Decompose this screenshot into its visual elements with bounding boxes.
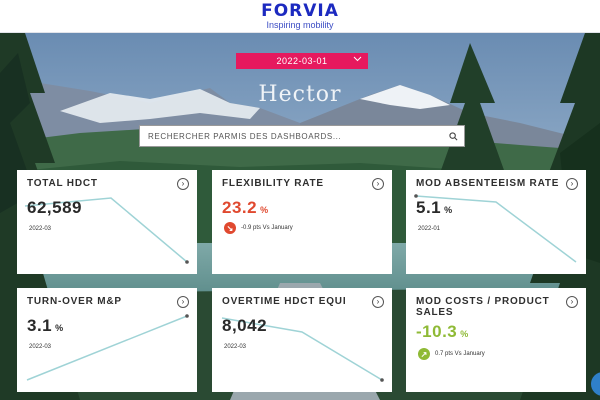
- chevron-down-icon: [353, 55, 362, 65]
- chevron-right-icon[interactable]: ›: [566, 296, 578, 308]
- brand-name: FORVIA: [261, 1, 339, 21]
- search-icon[interactable]: [442, 126, 464, 146]
- trend-down-arrow-icon: ↘: [224, 222, 236, 234]
- kpi-card-mod-costs-product-sales[interactable]: MOD COSTS / PRODUCT SALES › -10.3% ↗ 0.7…: [406, 288, 586, 392]
- card-title: MOD ABSENTEEISM RATE: [416, 178, 560, 189]
- brand-tagline: Inspiring mobility: [266, 20, 334, 30]
- chevron-right-icon[interactable]: ›: [177, 178, 189, 190]
- kpi-card-overtime-hdct-equi[interactable]: OVERTIME HDCT EQUI › 8,042 2022-03: [212, 288, 392, 392]
- card-value: 8,042: [222, 316, 268, 335]
- top-bar: FORVIA Inspiring mobility: [0, 0, 600, 33]
- date-filter-dropdown[interactable]: 2022-03-01: [236, 53, 368, 69]
- chevron-right-icon[interactable]: ›: [566, 178, 578, 190]
- card-value: 62,589: [27, 198, 82, 217]
- date-filter-value: 2022-03-01: [276, 56, 328, 66]
- dashboard-search-bar[interactable]: [139, 125, 465, 147]
- kpi-card-turnover-mp[interactable]: TURN-OVER M&P › 3.1% 2022-03: [17, 288, 197, 392]
- card-value: 23.2%: [222, 198, 269, 217]
- kpi-card-mod-absenteeism-rate[interactable]: MOD ABSENTEEISM RATE › 5.1% 2022-01: [406, 170, 586, 274]
- page-title: Hector: [258, 82, 342, 107]
- card-period: 2022-03: [224, 344, 247, 350]
- card-title: MOD COSTS / PRODUCT SALES: [416, 296, 550, 318]
- card-value: 3.1%: [27, 316, 64, 335]
- card-period: 2022-03: [29, 344, 52, 350]
- kpi-card-total-hdct[interactable]: TOTAL HDCT › 62,589 2022-03: [17, 170, 197, 274]
- kpi-card-flexibility-rate[interactable]: FLEXIBILITY RATE › 23.2% ↘ -0.9 pts Vs J…: [212, 170, 392, 274]
- chevron-right-icon[interactable]: ›: [177, 296, 189, 308]
- card-title: OVERTIME HDCT EQUI: [222, 296, 347, 307]
- search-input[interactable]: [140, 126, 442, 146]
- card-value: -10.3%: [416, 322, 469, 341]
- card-value: 5.1%: [416, 198, 453, 217]
- chevron-right-icon[interactable]: ›: [372, 296, 384, 308]
- trend-delta: ↘ -0.9 pts Vs January: [224, 222, 293, 234]
- card-title: TURN-OVER M&P: [27, 296, 122, 307]
- card-period: 2022-03: [29, 226, 52, 232]
- card-period: 2022-01: [418, 226, 441, 232]
- trend-delta: ↗ 0.7 pts Vs January: [418, 348, 485, 360]
- chevron-right-icon[interactable]: ›: [372, 178, 384, 190]
- card-title: TOTAL HDCT: [27, 178, 98, 189]
- card-title: FLEXIBILITY RATE: [222, 178, 324, 189]
- trend-up-arrow-icon: ↗: [418, 348, 430, 360]
- brand-logo[interactable]: FORVIA Inspiring mobility: [0, 1, 600, 31]
